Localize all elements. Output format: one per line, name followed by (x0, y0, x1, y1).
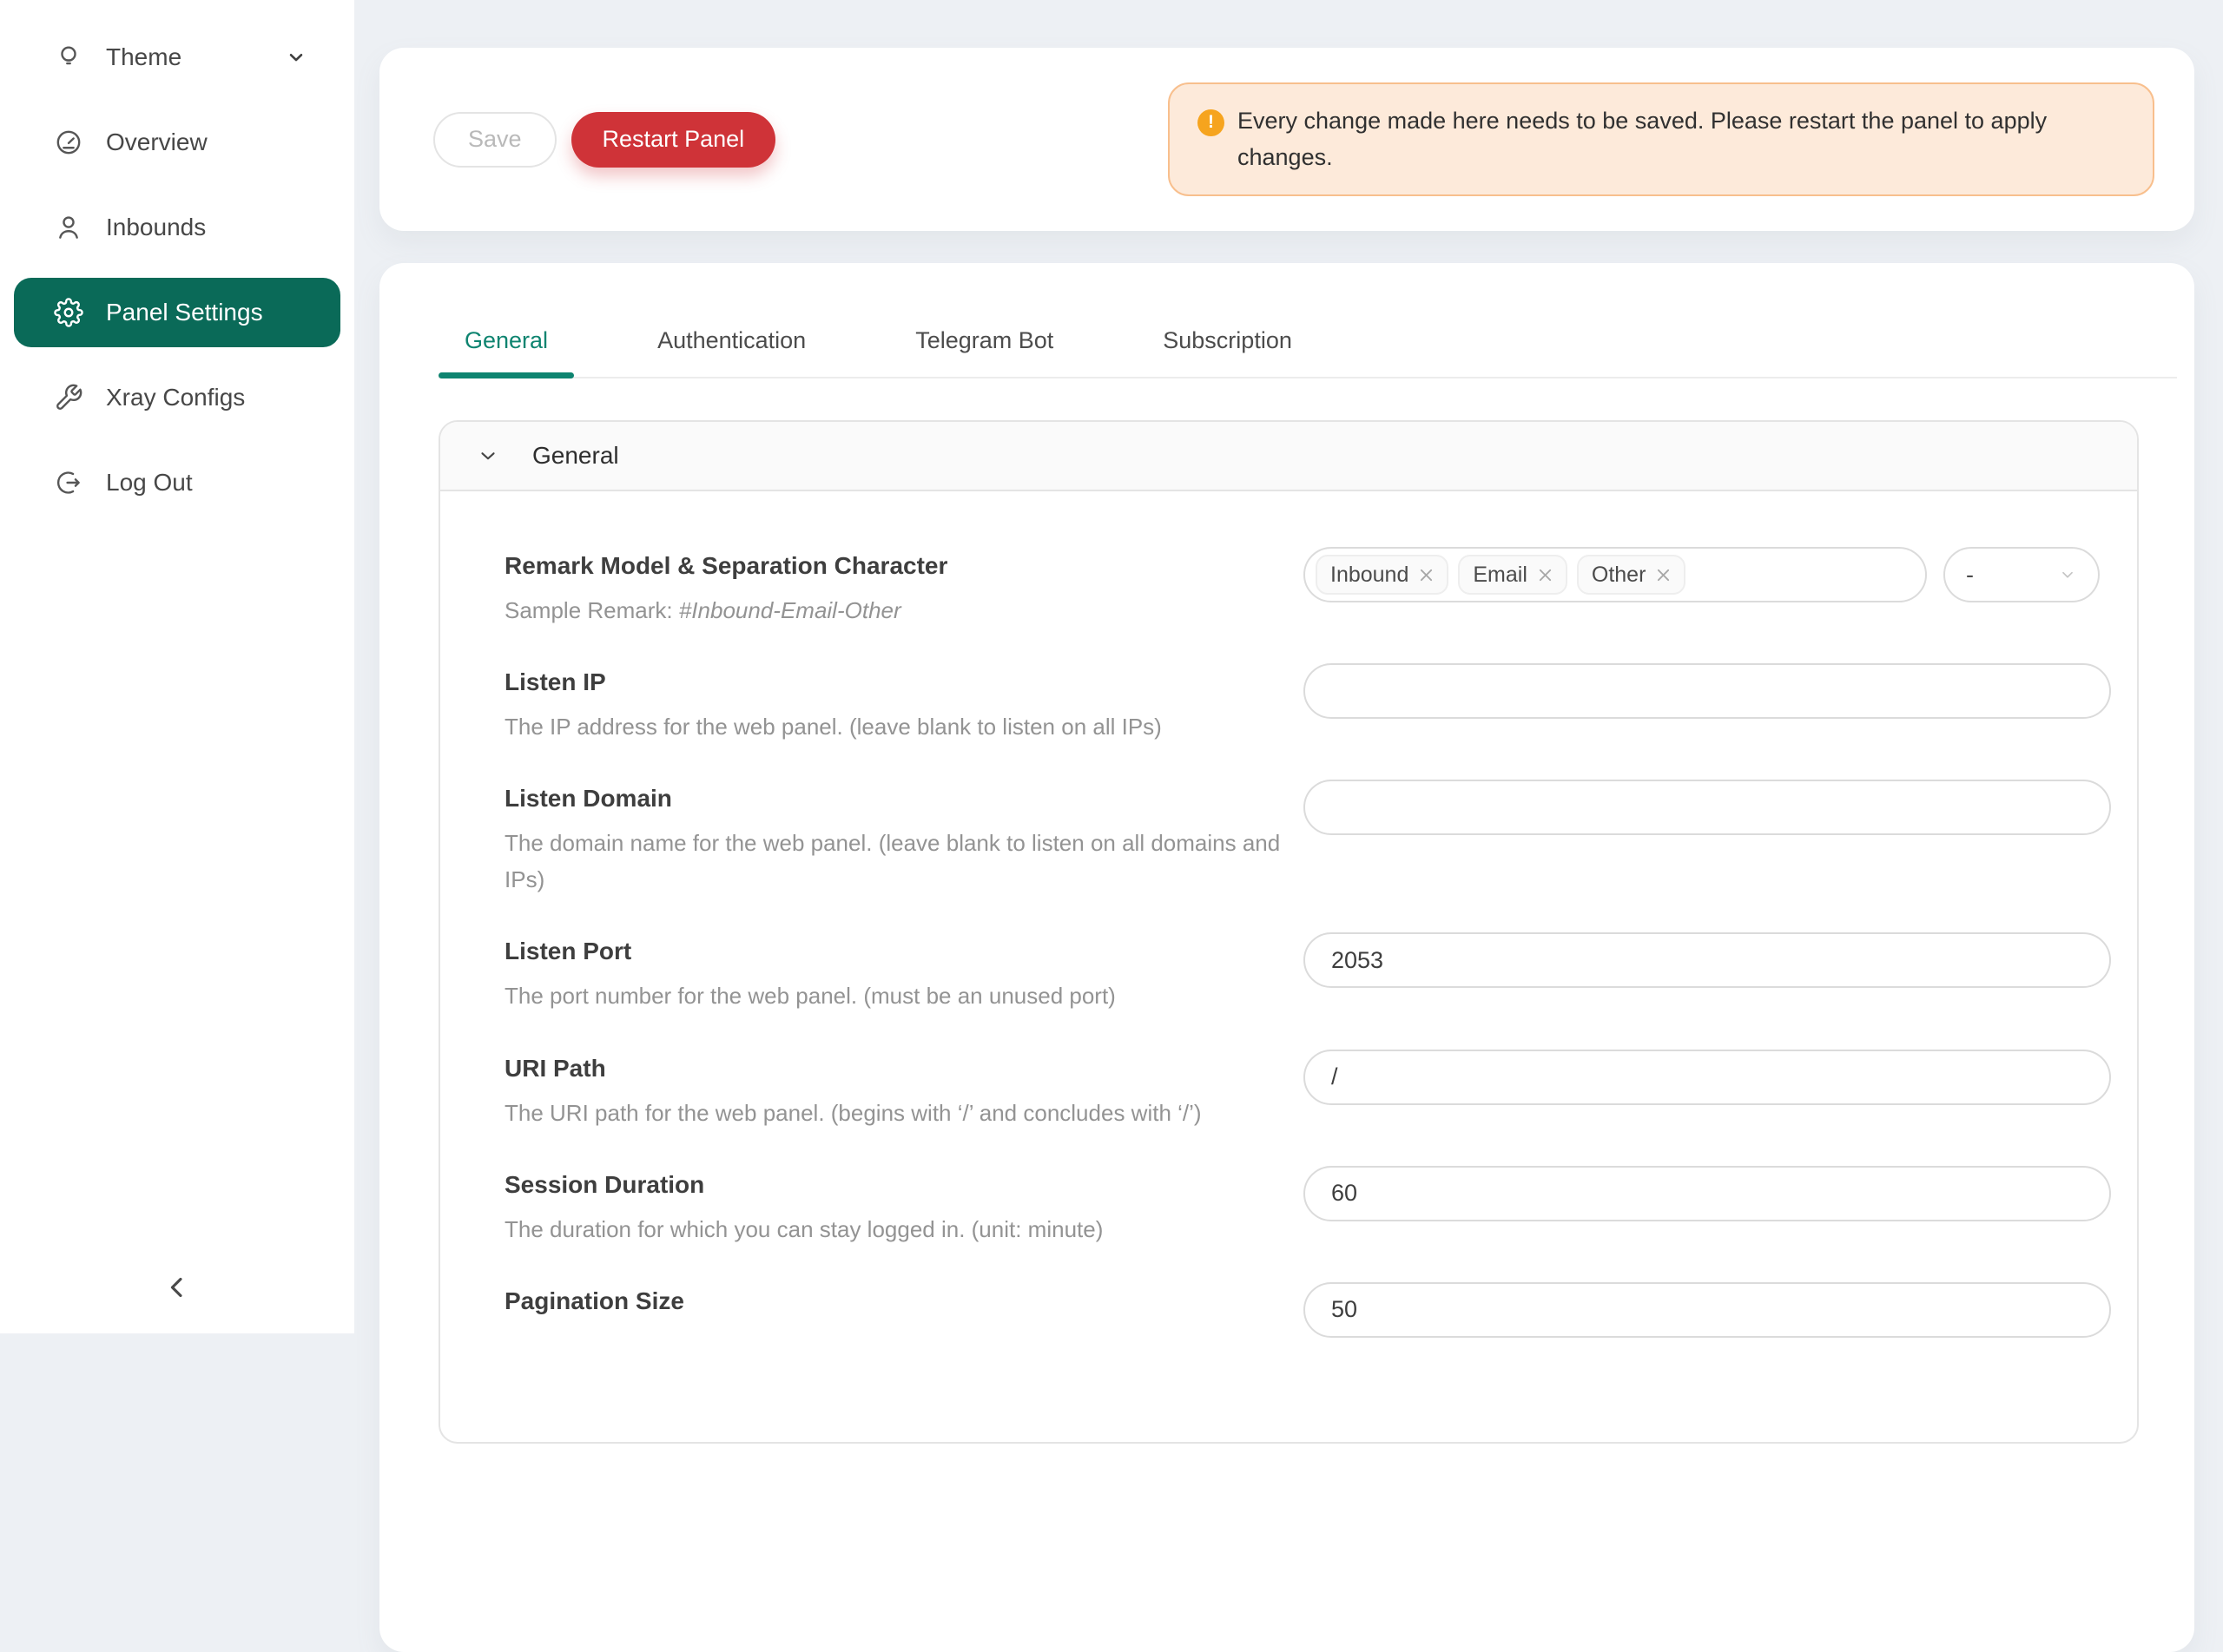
listen-domain-input[interactable] (1303, 780, 2111, 835)
settings-card: General Authentication Telegram Bot Subs… (379, 263, 2194, 1652)
tab-telegram-bot[interactable]: Telegram Bot (889, 327, 1079, 377)
form-row-listen-ip: Listen IP The IP address for the web pan… (505, 663, 2111, 745)
form-row-listen-domain: Listen Domain The domain name for the we… (505, 780, 2111, 898)
section-title: General (532, 442, 619, 470)
sidebar-item-log-out[interactable]: Log Out (14, 448, 340, 517)
remark-model-tags-input[interactable]: Inbound Email Other (1303, 547, 1927, 602)
sidebar-item-label: Log Out (106, 469, 193, 497)
field-description: The IP address for the web panel. (leave… (505, 708, 1286, 745)
field-description: Sample Remark: #Inbound-Email-Other (505, 592, 1286, 629)
field-description: The domain name for the web panel. (leav… (505, 825, 1286, 898)
form-row-listen-port: Listen Port The port number for the web … (505, 932, 2111, 1014)
tab-authentication[interactable]: Authentication (631, 327, 832, 377)
sidebar-item-label: Theme (106, 43, 181, 71)
field-label: Pagination Size (505, 1287, 1303, 1315)
general-collapse-panel: General Remark Model & Separation Charac… (439, 420, 2139, 1444)
chevron-down-icon (285, 46, 307, 69)
tag-label: Other (1592, 563, 1646, 588)
pagination-size-input[interactable] (1303, 1282, 2111, 1338)
tag-email: Email (1458, 555, 1567, 595)
field-label: Listen Port (505, 938, 1303, 965)
field-label: URI Path (505, 1055, 1303, 1083)
actions-card: Save Restart Panel ! Every change made h… (379, 48, 2194, 231)
sidebar-item-inbounds[interactable]: Inbounds (14, 193, 340, 262)
general-form: Remark Model & Separation Character Samp… (440, 491, 2137, 1442)
field-label: Remark Model & Separation Character (505, 552, 1303, 580)
restart-panel-button[interactable]: Restart Panel (571, 112, 776, 168)
tag-other: Other (1577, 555, 1686, 595)
user-icon (54, 213, 83, 242)
separator-value: - (1966, 562, 1974, 589)
field-description: The port number for the web panel. (must… (505, 977, 1286, 1014)
lightbulb-icon (54, 43, 83, 72)
alert-text: Every change made here needs to be saved… (1237, 103, 2121, 176)
tag-remove-icon[interactable] (1419, 568, 1434, 582)
separator-select[interactable]: - (1943, 547, 2100, 602)
form-row-pagination-size: Pagination Size (505, 1282, 2111, 1338)
field-label: Session Duration (505, 1171, 1303, 1199)
sample-remark-prefix: Sample Remark: (505, 597, 679, 623)
sidebar-item-overview[interactable]: Overview (14, 108, 340, 177)
main-content: Save Restart Panel ! Every change made h… (354, 0, 2223, 1333)
tag-remove-icon[interactable] (1538, 568, 1553, 582)
sidebar-item-label: Inbounds (106, 214, 206, 241)
field-description: The duration for which you can stay logg… (505, 1211, 1286, 1247)
save-button[interactable]: Save (433, 112, 557, 168)
tab-general[interactable]: General (439, 327, 574, 377)
gear-icon (54, 298, 83, 327)
chevron-left-icon (161, 1271, 194, 1304)
sidebar: Theme Overview Inbounds (0, 0, 354, 1333)
sidebar-item-theme[interactable]: Theme (14, 23, 340, 92)
sidebar-item-xray-configs[interactable]: Xray Configs (14, 363, 340, 432)
tab-subscription[interactable]: Subscription (1137, 327, 1318, 377)
chevron-down-icon (477, 444, 499, 467)
listen-port-input[interactable] (1303, 932, 2111, 988)
form-row-session-duration: Session Duration The duration for which … (505, 1166, 2111, 1247)
logout-icon (54, 468, 83, 497)
field-description: The URI path for the web panel. (begins … (505, 1095, 1286, 1131)
form-row-remark: Remark Model & Separation Character Samp… (505, 547, 2111, 629)
listen-ip-input[interactable] (1303, 663, 2111, 719)
restart-warning-alert: ! Every change made here needs to be sav… (1168, 82, 2154, 197)
tag-inbound: Inbound (1316, 555, 1448, 595)
general-collapse-header[interactable]: General (440, 422, 2137, 491)
field-label: Listen IP (505, 668, 1303, 696)
sample-remark-value: #Inbound-Email-Other (679, 597, 901, 623)
uri-path-input[interactable] (1303, 1050, 2111, 1105)
form-row-uri-path: URI Path The URI path for the web panel.… (505, 1050, 2111, 1131)
sidebar-nav: Theme Overview Inbounds (0, 0, 354, 517)
sidebar-item-panel-settings[interactable]: Panel Settings (14, 278, 340, 347)
chevron-down-icon (2058, 565, 2077, 584)
tag-label: Inbound (1330, 563, 1408, 588)
wrench-icon (54, 383, 83, 412)
sidebar-item-label: Panel Settings (106, 299, 263, 326)
tag-label: Email (1473, 563, 1527, 588)
field-label: Listen Domain (505, 785, 1303, 813)
sidebar-item-label: Overview (106, 128, 208, 156)
tabs-bar: General Authentication Telegram Bot Subs… (439, 263, 2177, 378)
sidebar-collapse-button[interactable] (154, 1264, 201, 1311)
tag-remove-icon[interactable] (1656, 568, 1671, 582)
warning-icon: ! (1197, 109, 1224, 136)
session-duration-input[interactable] (1303, 1166, 2111, 1221)
sidebar-item-label: Xray Configs (106, 384, 245, 411)
dashboard-icon (54, 128, 83, 157)
